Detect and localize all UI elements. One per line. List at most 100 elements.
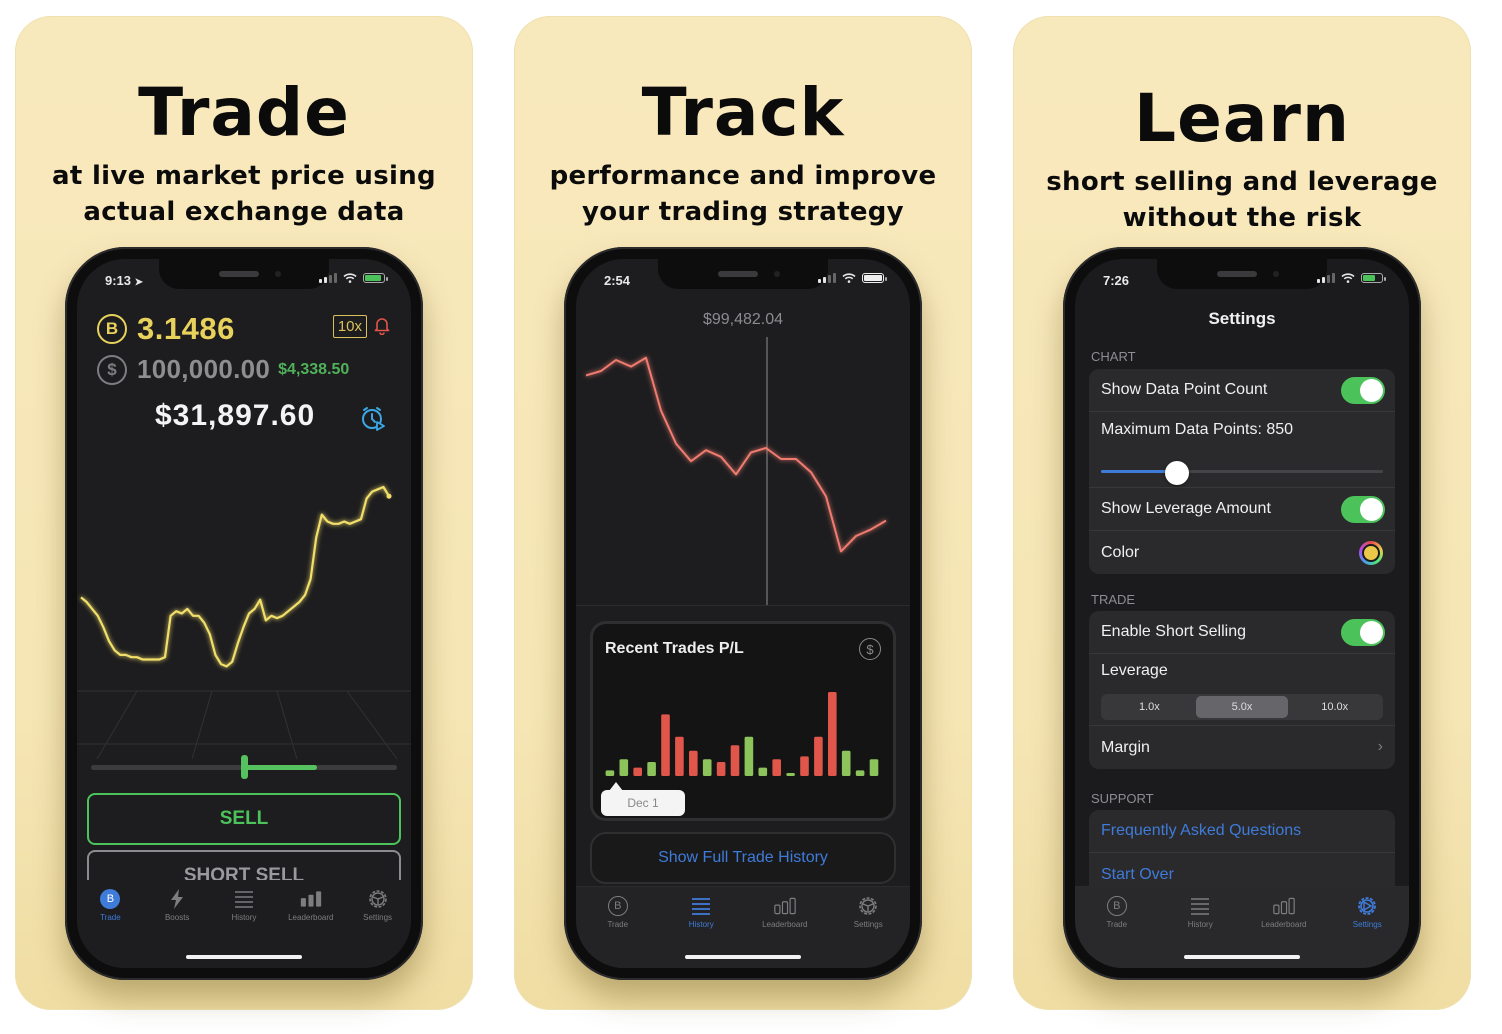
pl-bar	[828, 692, 837, 776]
section-header-support: SUPPORT	[1091, 791, 1154, 806]
btc-balance-row: B 3.1486	[97, 311, 235, 347]
row-leverage: Leverage	[1101, 662, 1168, 679]
battery-charging-icon	[363, 273, 388, 283]
bitcoin-tab-icon: B	[99, 888, 121, 910]
home-indicator	[685, 955, 801, 959]
home-indicator	[1184, 955, 1300, 959]
show-leverage-amount-toggle[interactable]	[1341, 496, 1385, 523]
pl-bar	[800, 756, 809, 776]
portfolio-chart[interactable]	[576, 329, 910, 609]
leverage-option-1x[interactable]: 1.0x	[1103, 696, 1196, 718]
location-icon: ➤	[134, 277, 144, 288]
row-faq[interactable]: Frequently Asked Questions	[1089, 810, 1395, 853]
gear-icon	[859, 897, 878, 915]
lightning-icon	[171, 889, 184, 909]
phone-history: 2:54 $99,482.04 Recent Trades P/L $ Dec …	[564, 247, 922, 980]
card-title: Recent Trades P/L	[605, 640, 744, 657]
pl-bar	[855, 770, 865, 776]
price-line-endpoint	[386, 493, 392, 499]
slider-handle[interactable]	[240, 755, 248, 779]
enable-short-selling-toggle[interactable]	[1341, 619, 1385, 646]
row-show-data-point-count: Show Data Point Count	[1089, 369, 1395, 412]
usd-balance-row: $ 100,000.00 $4,338.50	[97, 354, 349, 385]
row-leverage-segmented: 1.0x 5.0x 10.0x	[1089, 688, 1395, 726]
status-icons	[319, 273, 388, 283]
list-icon	[692, 898, 711, 915]
pl-bar	[661, 714, 670, 776]
max-data-points-slider[interactable]	[1101, 461, 1383, 485]
alarm-play-icon[interactable]	[359, 404, 387, 432]
notch	[1157, 259, 1327, 289]
pl-bar	[702, 759, 712, 776]
battery-icon	[862, 273, 887, 283]
price-chart[interactable]	[77, 459, 411, 759]
panel-track-headline: Track performance and improve your tradi…	[514, 80, 972, 230]
status-time: 7:26	[1103, 273, 1130, 288]
panel-title: Trade	[138, 74, 350, 151]
show-full-history-button[interactable]: Show Full Trade History	[590, 832, 896, 884]
pl-bar	[730, 745, 740, 776]
chart-settings-group: Show Data Point Count Maximum Data Point…	[1089, 369, 1395, 574]
row-margin[interactable]: Margin ›	[1089, 726, 1395, 769]
panel-trade-headline: Trade at live market price using actual …	[15, 80, 473, 230]
tab-settings[interactable]: Settings	[835, 895, 901, 968]
dollar-icon: $	[97, 354, 127, 385]
tab-trade[interactable]: B Trade	[1084, 895, 1150, 968]
panel-title: Track	[641, 74, 845, 151]
bitcoin-icon: B	[97, 314, 127, 344]
pl-bar	[869, 759, 879, 776]
wifi-icon	[343, 273, 357, 283]
status-time: 2:54	[604, 273, 631, 288]
trade-amount-slider[interactable]	[91, 755, 397, 779]
panel-title: Learn	[1134, 80, 1350, 157]
leverage-option-10x[interactable]: 10.0x	[1288, 696, 1381, 718]
support-group: Frequently Asked Questions Start Over	[1089, 810, 1395, 896]
color-picker[interactable]	[1359, 541, 1383, 565]
show-data-point-count-toggle[interactable]	[1341, 377, 1385, 404]
signal-icon	[1317, 273, 1335, 283]
wifi-icon	[842, 273, 856, 283]
signal-icon	[818, 273, 836, 283]
bitcoin-tab-icon: B	[1106, 895, 1128, 917]
panel-subtitle-line1: performance and improve	[549, 161, 937, 191]
tab-settings[interactable]: Settings	[345, 888, 411, 968]
bell-icon[interactable]	[373, 315, 391, 335]
panel-subtitle-line2: actual exchange data	[83, 197, 405, 227]
slider-fill	[240, 765, 318, 770]
wifi-icon	[1341, 273, 1355, 283]
status-icons	[818, 273, 887, 283]
faq-link[interactable]: Frequently Asked Questions	[1101, 822, 1301, 840]
sell-button[interactable]: SELL	[87, 793, 401, 845]
row-max-data-points-slider	[1089, 448, 1395, 488]
status-time: 9:13 ➤	[105, 273, 144, 288]
leverage-option-5x[interactable]: 5.0x	[1195, 696, 1289, 718]
signal-icon	[319, 273, 337, 283]
history-screen: 2:54 $99,482.04 Recent Trades P/L $ Dec …	[576, 259, 910, 968]
panel-learn-headline: Learn short selling and leverage without…	[1013, 86, 1471, 236]
leverage-badge[interactable]: 10x	[332, 315, 367, 338]
pl-bar	[744, 736, 754, 776]
tab-trade[interactable]: B Trade	[77, 888, 143, 968]
pl-bar	[689, 750, 698, 776]
panel-learn: Learn short selling and leverage without…	[1013, 16, 1471, 1010]
start-over-link[interactable]: Start Over	[1101, 866, 1174, 884]
bar-tooltip: Dec 1	[601, 782, 685, 816]
chevron-right-icon: ›	[1377, 738, 1383, 755]
dollar-circle-icon[interactable]: $	[859, 638, 881, 660]
slider-handle[interactable]	[1165, 461, 1190, 485]
tab-settings[interactable]: Settings	[1334, 895, 1400, 968]
row-show-leverage-amount: Show Leverage Amount	[1089, 488, 1395, 531]
notch	[159, 259, 329, 289]
phone-trade: 9:13 ➤ B 3.1486 10x $ 100,000.00 $4,338.…	[65, 247, 423, 980]
pl-bar	[647, 762, 656, 776]
list-icon	[1191, 898, 1210, 915]
panel-trade: Trade at live market price using actual …	[15, 16, 473, 1010]
bar-chart-icon	[774, 897, 796, 915]
tab-trade[interactable]: B Trade	[585, 895, 651, 968]
row-max-data-points: Maximum Data Points: 850	[1101, 421, 1294, 438]
phone-settings: 7:26 Settings CHART Show Data Point Coun…	[1063, 247, 1421, 980]
bar-chart-icon	[1273, 897, 1295, 915]
panel-track: Track performance and improve your tradi…	[514, 16, 972, 1010]
pl-bar	[814, 736, 823, 776]
bar-chart-icon	[300, 891, 321, 907]
